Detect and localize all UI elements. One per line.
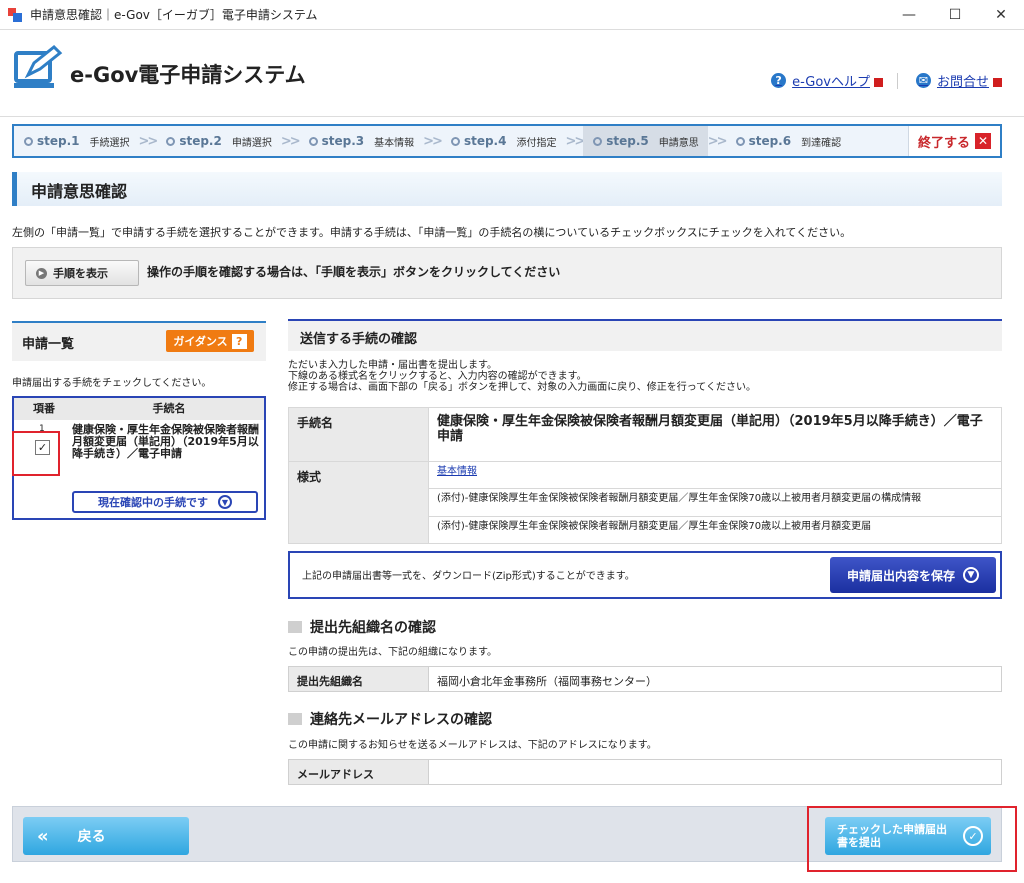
step-dot-icon: [450, 136, 460, 146]
proc-value: 健康保険・厚生年金保険被保険者報酬月額変更届（単記用）（2019年5月以降手続き…: [428, 407, 1002, 462]
mail-value: [429, 760, 1001, 784]
confirm-section-title: 送信する手続の確認: [300, 332, 418, 347]
save-application-button[interactable]: 申請届出内容を保存 ▼: [830, 557, 996, 593]
form-attachment-2: (添付)-健康保険厚生年金保険被保険者報酬月額変更届／厚生年金保険70歳以上被用…: [428, 515, 1002, 545]
form-link-basic-info[interactable]: 基本情報: [437, 466, 477, 477]
page-title: 申請意思確認: [31, 182, 128, 201]
form-attachment-1: (添付)-健康保険厚生年金保険被保険者報酬月額変更届／厚生年金保険70歳以上被用…: [428, 488, 1002, 517]
step-6: step.6 到達確認: [726, 126, 851, 156]
application-name: 健康保険・厚生年金保険被保険者報酬月額変更届（単記用）（2019年5月以降手続き…: [72, 423, 259, 460]
step-dot-icon: [735, 136, 745, 146]
exit-button[interactable]: 終了する ✕: [908, 126, 1000, 156]
org-section-heading: 提出先組織名の確認: [288, 617, 436, 637]
external-icon: [873, 77, 883, 87]
step-2: step.2 申請選択: [156, 126, 281, 156]
back-button[interactable]: « 戻る: [23, 817, 189, 855]
minimize-button[interactable]: —: [886, 0, 932, 30]
section-marker-icon: [288, 621, 302, 633]
step-4: step.4 添付指定: [441, 126, 566, 156]
help-icon: ?: [231, 333, 247, 349]
application-list-title: 申請一覧: [22, 337, 75, 352]
contact-link[interactable]: ✉ お問合せ: [915, 71, 1002, 90]
procedure-table: 手続名 健康保険・厚生年金保険被保険者報酬月額変更届（単記用）（2019年5月以…: [288, 407, 1002, 545]
mail-row: メールアドレス: [288, 759, 1002, 785]
mail-note: この申請に関するお知らせを送るメールアドレスは、下記のアドレスになります。: [288, 740, 657, 751]
double-chevron-left-icon: «: [37, 825, 49, 847]
step-dot-icon: [166, 136, 176, 146]
help-link[interactable]: ? e-Govヘルプ: [771, 71, 883, 90]
proc-key: 手続名: [288, 407, 429, 462]
help-link-label: e-Govヘルプ: [792, 75, 870, 90]
mail-section-heading: 連絡先メールアドレスの確認: [288, 709, 492, 729]
step-arrow-icon: >>: [565, 133, 585, 149]
site-logo-text[interactable]: e-Gov電子申請システム: [70, 59, 306, 89]
download-icon: ▼: [963, 567, 979, 583]
procedure-text: 操作の手順を確認する場合は、「手順を表示」ボタンをクリックしてください: [147, 265, 561, 279]
org-row: 提出先組織名 福岡小倉北年金事務所（福岡事務センター）: [288, 666, 1002, 692]
form-key: 様式: [288, 460, 429, 545]
step-dot-icon: [308, 136, 318, 146]
mail-icon: ✉: [915, 73, 931, 88]
org-value: 福岡小倉北年金事務所（福岡事務センター）: [437, 675, 657, 688]
step-dot-icon: [24, 136, 33, 146]
org-note: この申請の提出先は、下記の組織になります。: [288, 647, 497, 658]
application-list-header: 申請一覧 ガイダンス ?: [12, 321, 266, 361]
step-progress-bar: step.1 手続選択 >> step.2 申請選択 >> step.3 基本情報 >…: [12, 124, 1002, 158]
download-text: 上記の申請届出書等一式を、ダウンロード(Zip形式)することができます。: [302, 571, 635, 582]
play-icon: ▶: [36, 267, 47, 279]
show-procedure-button[interactable]: ▶ 手順を表示: [25, 260, 139, 286]
step-arrow-icon: >>: [707, 133, 728, 149]
step-5-current: step.5 申請意思: [583, 126, 708, 156]
site-header: e-Gov電子申請システム ? e-Govヘルプ ✉ お問合せ: [0, 31, 1024, 117]
download-box: 上記の申請届出書等一式を、ダウンロード(Zip形式)することができます。 申請届…: [288, 551, 1002, 599]
current-procedure-button[interactable]: 現在確認中の手続です ▼: [72, 491, 258, 513]
close-icon: ✕: [975, 133, 991, 149]
maximize-button[interactable]: ☐: [932, 0, 978, 30]
step-3: step.3 基本情報: [299, 126, 424, 156]
contact-link-label: お問合せ: [936, 75, 989, 90]
step-dot-icon: [593, 136, 603, 146]
highlight-checkbox-frame: [12, 431, 60, 476]
question-icon: ?: [771, 73, 787, 88]
close-button[interactable]: ✕: [978, 0, 1024, 30]
page-heading: 申請意思確認: [12, 172, 1002, 206]
divider: [896, 72, 898, 89]
egov-logo-icon: [14, 45, 63, 88]
application-list-note: 申請届出する手続をチェックしてください。: [12, 378, 212, 389]
app-icon: [8, 7, 22, 22]
intro-text: 左側の「申請一覧」で申請する手続を選択することができます。申請する手続は、「申請…: [12, 226, 852, 239]
procedure-box: ▶ 手順を表示 操作の手順を確認する場合は、「手順を表示」ボタンをクリックしてく…: [12, 247, 1002, 299]
arrow-down-circle-icon: ▼: [218, 495, 232, 509]
mail-key: メールアドレス: [289, 760, 429, 784]
window-title: 申請意思確認｜e-Gov［イーガブ］電子申請システム: [30, 8, 318, 22]
org-key: 提出先組織名: [289, 667, 429, 691]
step-arrow-icon: >>: [280, 133, 301, 149]
external-icon: [993, 77, 1002, 87]
guidance-button[interactable]: ガイダンス ?: [166, 330, 254, 352]
step-arrow-icon: >>: [423, 133, 443, 149]
highlight-submit-frame: [807, 806, 1017, 872]
step-1: step.1 手続選択: [14, 126, 139, 156]
step-arrow-icon: >>: [138, 133, 159, 149]
section-marker-icon: [288, 713, 302, 725]
confirm-section-header: 送信する手続の確認: [288, 319, 1002, 351]
table-header: 項番 手続名: [14, 398, 264, 420]
confirm-description: ただいま入力した申請・届出書を提出します。 下線のある様式名をクリックすると、入…: [288, 360, 756, 393]
window-titlebar: 申請意思確認｜e-Gov［イーガブ］電子申請システム — ☐ ✕: [0, 0, 1024, 30]
